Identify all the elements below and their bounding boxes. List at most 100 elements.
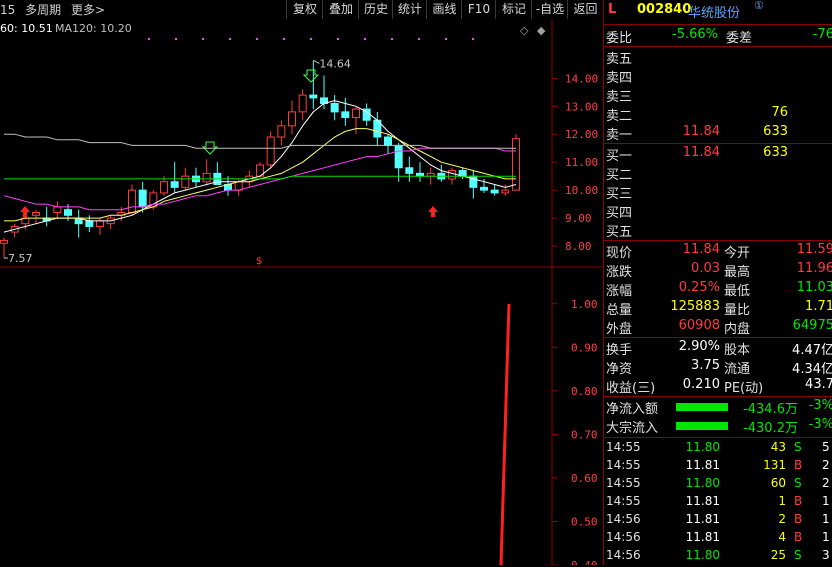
quote-label: 涨幅 — [606, 284, 633, 299]
candle — [288, 100, 296, 135]
tick-volume: 25 — [770, 548, 786, 562]
tick-side: B — [794, 458, 803, 472]
low-label: 7.57 — [8, 252, 33, 265]
tick-price: 11.81 — [685, 530, 720, 544]
tick-row: 14:56 11.81 4 B 1 — [604, 530, 832, 549]
candle — [213, 162, 222, 186]
signal-dot — [283, 38, 285, 40]
tick-price: 11.80 — [685, 440, 720, 454]
candle-body — [64, 209, 72, 216]
quote-label-2: 内盘 — [724, 322, 751, 337]
candle — [53, 201, 62, 219]
quote-value-2: 11.59 — [796, 242, 832, 257]
stock-badge-icon: ① — [754, 0, 764, 12]
history-button[interactable]: 历史 — [358, 0, 393, 19]
price-tick-label: 12.00 — [565, 128, 598, 141]
more-button[interactable]: 更多> — [71, 3, 105, 17]
candle-body — [512, 138, 520, 191]
tick-extra: 1 — [822, 512, 830, 526]
indicator-line — [499, 303, 511, 565]
period-selector[interactable]: 15 多周期 更多> — [0, 0, 111, 20]
candle-body — [288, 111, 296, 127]
tick-time: 14:56 — [606, 512, 641, 526]
flow-pct: -3% — [808, 398, 832, 413]
quote-value: 0.03 — [691, 261, 720, 276]
bid-level: 买三 — [604, 183, 832, 202]
candle — [341, 97, 350, 126]
ask-level: 卖一 11.84 633 — [604, 124, 832, 143]
candle — [416, 162, 424, 182]
ask-label: 卖五 — [606, 52, 633, 67]
kline-chart[interactable]: 60: 10.51 MA120: 10.20 ◇ ◆ $ 14.0013.001… — [0, 20, 602, 565]
fundamental-row: 净资 3.75 流通 4.34亿 — [604, 358, 832, 377]
candle — [437, 164, 446, 182]
high-label: 14.64 — [319, 57, 351, 70]
tick-side: S — [794, 476, 802, 490]
tick-volume: 2 — [778, 512, 786, 526]
candle — [277, 120, 286, 146]
ask-level: 卖三 — [604, 86, 832, 105]
fundamental-value: 3.75 — [691, 358, 720, 373]
stats-button[interactable]: 统计 — [392, 0, 427, 19]
candle-body — [298, 94, 307, 113]
signal-dot — [202, 38, 204, 40]
sell-arrow-icon — [302, 69, 320, 83]
overlay-button[interactable]: 叠加 — [322, 0, 359, 19]
watchlist-remove-button[interactable]: -自选 — [531, 0, 568, 19]
indicator-tick-label: 0.90 — [571, 341, 598, 354]
stock-name[interactable]: 华统股份 — [688, 2, 740, 21]
bid-label: 买四 — [606, 206, 633, 221]
tick-price: 11.80 — [685, 476, 720, 490]
market-flag: L — [608, 2, 617, 17]
back-button[interactable]: 返回 — [567, 0, 603, 19]
diamond-icon-2: ◆ — [537, 24, 546, 37]
candle — [74, 209, 83, 238]
signal-dot — [256, 38, 258, 40]
candle — [42, 206, 51, 227]
tick-side: B — [794, 494, 803, 508]
ask-level: 卖二 76 — [604, 105, 832, 124]
candle-body — [394, 144, 403, 169]
candle-body — [85, 220, 94, 227]
mark-button[interactable]: 标记 — [495, 0, 532, 19]
candle-body — [405, 167, 414, 174]
fundamental-value-2: 4.34亿 — [792, 362, 832, 377]
f10-button[interactable]: F10 — [461, 0, 496, 19]
period-label[interactable]: 15 — [0, 3, 15, 17]
tick-time: 14:55 — [606, 494, 641, 508]
ma120-legend: MA120: 10.20 — [55, 22, 132, 35]
flow-pct: -3% — [808, 417, 832, 432]
tick-volume: 4 — [778, 530, 786, 544]
fundamental-label: 收益(三) — [606, 381, 656, 396]
candle — [373, 111, 382, 146]
price-tick-label: 13.00 — [565, 100, 598, 113]
fundamental-label: 净资 — [606, 362, 633, 377]
bid-label: 买五 — [606, 225, 633, 240]
draw-button[interactable]: 画线 — [426, 0, 462, 19]
candle — [10, 223, 19, 238]
quote-row: 现价 11.84 今开 11.59 — [604, 242, 832, 261]
signal-dot — [310, 38, 312, 40]
fundamental-value-2: 4.47亿 — [792, 343, 832, 358]
candle-body — [480, 186, 488, 191]
price-tick-label: 10.00 — [565, 184, 598, 197]
candle — [202, 159, 211, 185]
fundamental-label-2: 股本 — [724, 343, 751, 358]
quote-row: 涨跌 0.03 最高 11.96 — [604, 261, 832, 280]
multi-period-button[interactable]: 多周期 — [25, 3, 61, 17]
price-tick-label: 11.00 — [565, 156, 598, 169]
weicha-value: -76 — [812, 27, 832, 42]
candle — [266, 131, 275, 168]
fuquan-button[interactable]: 复权 — [286, 0, 323, 19]
candle-body — [53, 206, 62, 213]
ask-label: 卖三 — [606, 90, 633, 105]
tick-row: 14:55 11.81 1 B 1 — [604, 494, 832, 513]
tick-volume: 1 — [778, 494, 786, 508]
bid-label: 买三 — [606, 187, 633, 202]
candle — [309, 60, 318, 110]
price-tick-label: 8.00 — [565, 240, 592, 253]
quote-value: 125883 — [670, 299, 720, 314]
tick-volume: 43 — [770, 440, 786, 454]
candle — [330, 95, 339, 121]
ma60-legend: 60: 10.51 — [0, 22, 53, 35]
